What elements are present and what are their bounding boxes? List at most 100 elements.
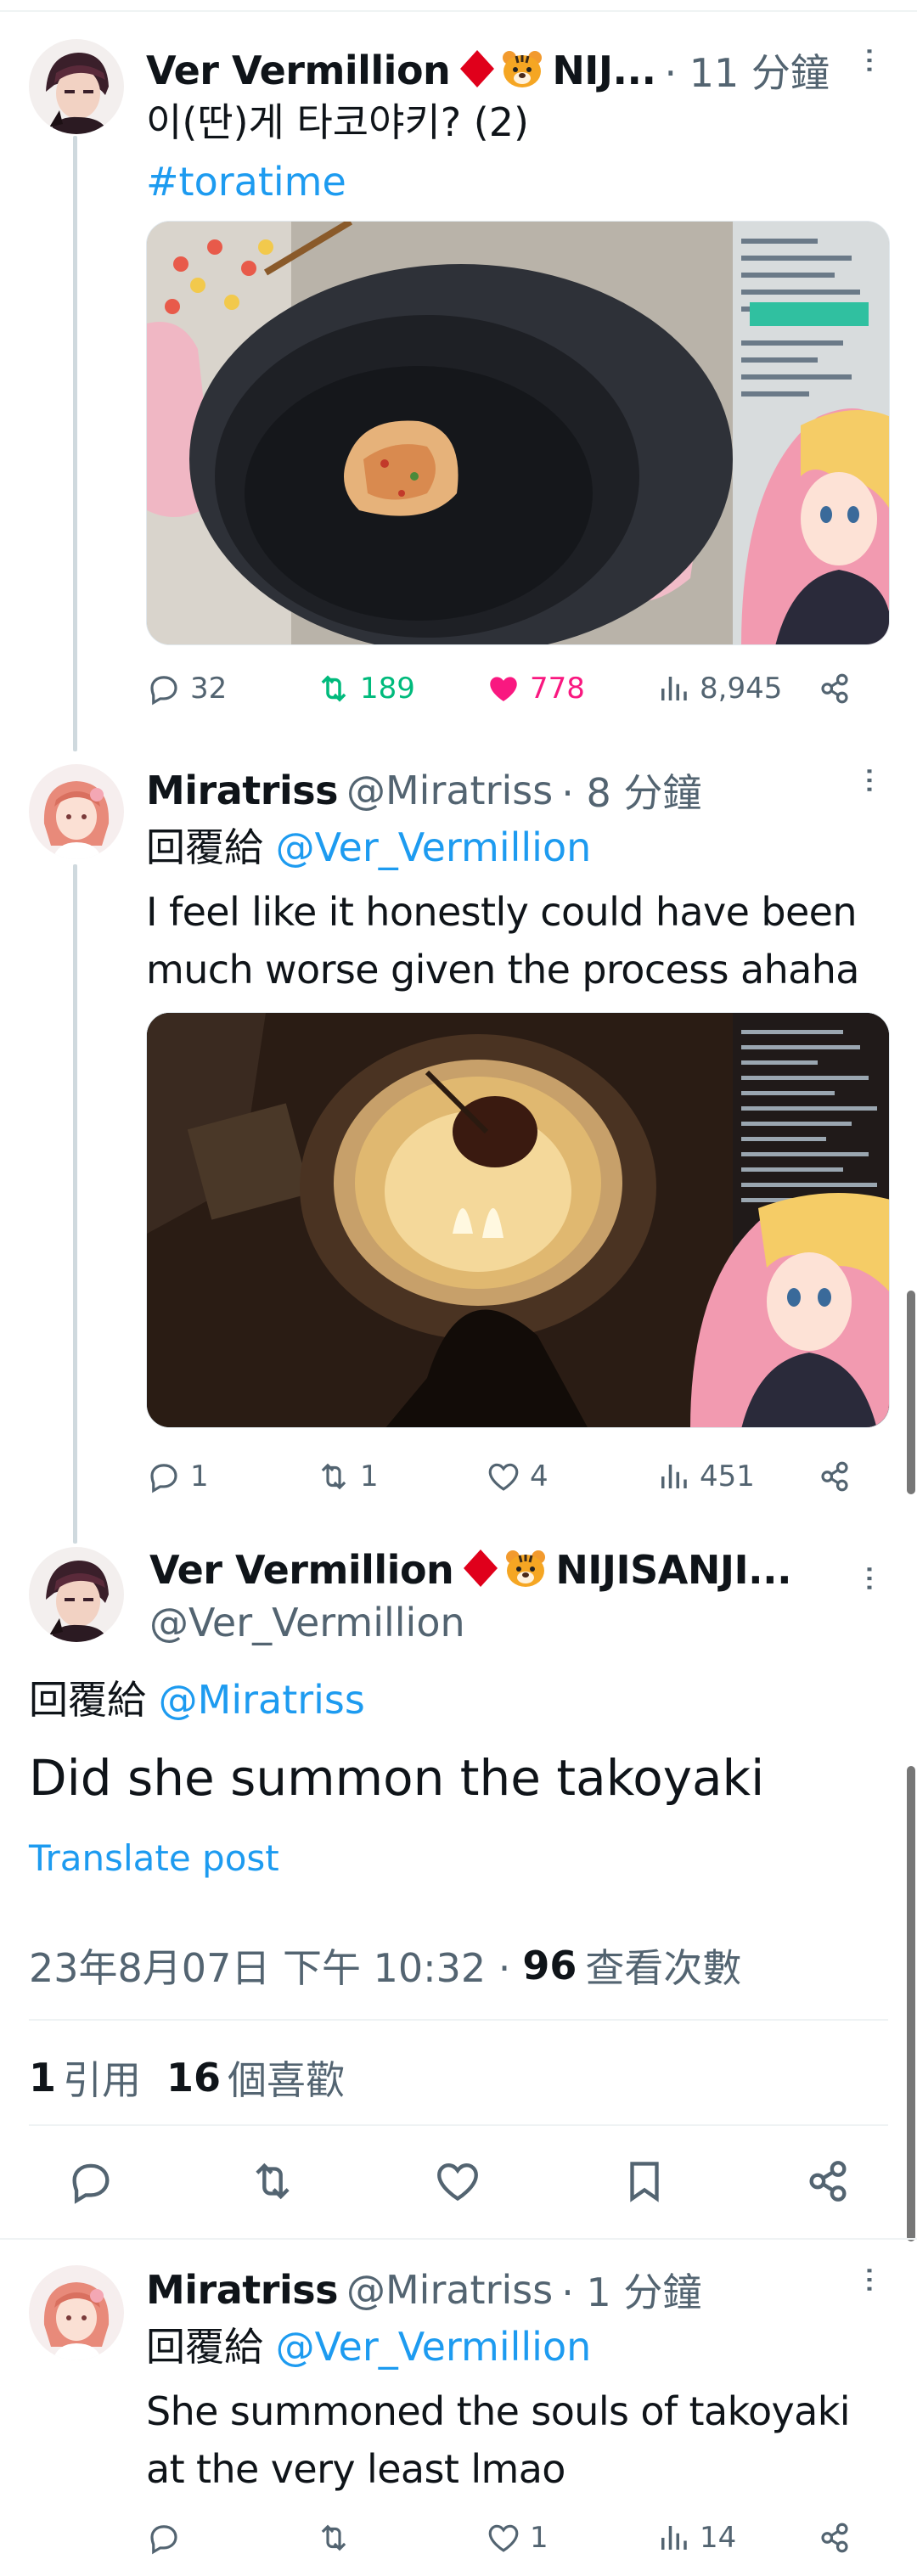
post-time[interactable]: · 1 分鐘 bbox=[561, 2262, 701, 2318]
post-header: Miratriss @Miratriss · 1 分鐘 bbox=[146, 2262, 701, 2318]
post-time[interactable]: · 8 分鐘 bbox=[561, 762, 701, 818]
like-count: 778 bbox=[530, 672, 585, 706]
post-time[interactable]: · 11 分鐘 bbox=[664, 42, 829, 98]
post-header: Ver Vermillion NIJ... · 11 分鐘 bbox=[146, 42, 876, 98]
timestamp[interactable]: 23年8月07日 下午 10:32 · bbox=[29, 1938, 510, 1994]
reply-button[interactable] bbox=[146, 2520, 190, 2556]
scrollbar-thumb[interactable] bbox=[907, 1291, 915, 1494]
views-chart-icon bbox=[661, 677, 687, 700]
repost-button[interactable]: 189 bbox=[316, 671, 415, 706]
diamond-badge-icon bbox=[460, 50, 495, 91]
share-button[interactable] bbox=[817, 671, 861, 706]
share-button[interactable] bbox=[817, 1459, 861, 1494]
heart-icon bbox=[488, 1463, 519, 1491]
reply-prefix: 回覆給 bbox=[146, 2324, 263, 2370]
reply-button[interactable]: 1 bbox=[146, 1459, 209, 1494]
diamond-badge-icon bbox=[464, 1550, 498, 1590]
quotes-label[interactable]: 引用 bbox=[63, 2050, 141, 2106]
avatar[interactable] bbox=[29, 39, 124, 134]
reply-to-link[interactable]: @Ver_Vermillion bbox=[276, 2324, 592, 2370]
post-text-line: She summoned the souls of takoyaki bbox=[146, 2388, 851, 2434]
post-image[interactable] bbox=[146, 1012, 890, 1428]
post-image[interactable] bbox=[146, 221, 890, 645]
tiger-emoji-icon bbox=[504, 1549, 547, 1591]
reply-icon bbox=[150, 1464, 177, 1493]
reply-count: 1 bbox=[190, 1460, 209, 1493]
repost-button[interactable]: 1 bbox=[316, 1459, 379, 1494]
heart-icon bbox=[488, 2524, 519, 2552]
repost-icon bbox=[321, 1463, 346, 1490]
likes-count[interactable]: 16 bbox=[166, 2055, 221, 2101]
reply-to-link[interactable]: @Miratriss bbox=[159, 1677, 365, 1723]
post-text-line: much worse given the process ahaha bbox=[146, 947, 859, 993]
more-options-icon[interactable]: ··· bbox=[849, 46, 888, 73]
like-button[interactable] bbox=[433, 2157, 482, 2209]
repost-count: 1 bbox=[360, 1460, 379, 1493]
translate-post-link[interactable]: Translate post bbox=[29, 1837, 279, 1879]
repost-icon bbox=[256, 2163, 290, 2200]
display-name-truncated[interactable]: NIJ... bbox=[552, 48, 656, 93]
share-icon bbox=[821, 1461, 848, 1492]
display-name[interactable]: Ver Vermillion bbox=[149, 1547, 454, 1593]
hashtag-link[interactable]: #toratime bbox=[146, 153, 346, 211]
views-button[interactable]: 451 bbox=[655, 1459, 755, 1494]
repost-button[interactable] bbox=[248, 2157, 297, 2209]
heart-filled-icon bbox=[490, 677, 517, 701]
handle[interactable]: @Ver_Vermillion bbox=[149, 1600, 465, 1645]
bookmark-icon bbox=[630, 2162, 659, 2202]
bookmark-button[interactable] bbox=[620, 2157, 669, 2209]
views-count: 96 bbox=[522, 1943, 577, 1988]
display-name-truncated[interactable]: NIJISANJI... bbox=[555, 1547, 791, 1593]
reply-button[interactable]: 32 bbox=[146, 671, 227, 706]
quotes-count[interactable]: 1 bbox=[29, 2055, 56, 2101]
post-header: Miratriss @Miratriss · 8 分鐘 bbox=[146, 762, 701, 818]
post-actions: 32 189 778 8,945 bbox=[146, 671, 885, 713]
share-icon bbox=[821, 2523, 848, 2553]
more-options-icon[interactable]: ··· bbox=[849, 2265, 888, 2292]
share-button[interactable] bbox=[817, 2520, 861, 2556]
post-text: Did she summon the takoyaki bbox=[29, 1749, 765, 1807]
share-button[interactable] bbox=[803, 2157, 852, 2209]
display-name[interactable]: Ver Vermillion bbox=[146, 48, 451, 93]
views-chart-icon bbox=[661, 1465, 687, 1488]
reply-prefix: 回覆給 bbox=[146, 824, 263, 870]
post-actions: 1 1 4 451 bbox=[146, 1459, 885, 1501]
reply-context: 回覆給 @Ver_Vermillion bbox=[146, 818, 591, 876]
post-text-line: at the very least lmao bbox=[146, 2446, 565, 2492]
repost-button[interactable] bbox=[316, 2520, 360, 2556]
avatar[interactable] bbox=[29, 2265, 124, 2360]
like-button[interactable]: 1 bbox=[486, 2520, 549, 2556]
handle[interactable]: @Miratriss bbox=[346, 768, 553, 813]
post-actions: 1 14 bbox=[146, 2520, 885, 2562]
like-button[interactable]: 778 bbox=[486, 671, 585, 706]
reply-count: 32 bbox=[190, 672, 228, 706]
reply-to-link[interactable]: @Ver_Vermillion bbox=[276, 824, 592, 870]
more-options-icon[interactable]: ··· bbox=[849, 766, 888, 793]
avatar[interactable] bbox=[29, 764, 124, 859]
more-options-icon[interactable]: ··· bbox=[849, 1564, 888, 1591]
scrollbar-thumb[interactable] bbox=[907, 1766, 915, 2241]
share-icon bbox=[809, 2161, 847, 2202]
timestamp-row: 23年8月07日 下午 10:32 · 96 查看次數 bbox=[29, 1938, 741, 1994]
reply-context: 回覆給 @Ver_Vermillion bbox=[146, 2318, 591, 2376]
reply-button[interactable] bbox=[66, 2157, 115, 2209]
thread-connector bbox=[73, 864, 77, 1544]
views-count: 14 bbox=[700, 2521, 737, 2555]
display-name[interactable]: Miratriss bbox=[146, 2267, 338, 2313]
divider bbox=[0, 2238, 917, 2240]
likes-label[interactable]: 個喜歡 bbox=[228, 2050, 345, 2106]
views-button[interactable]: 8,945 bbox=[655, 671, 782, 706]
handle[interactable]: @Miratriss bbox=[346, 2267, 553, 2313]
like-count: 4 bbox=[530, 1460, 549, 1493]
views-count: 8,945 bbox=[700, 672, 783, 706]
display-name[interactable]: Miratriss bbox=[146, 768, 338, 813]
focus-actions bbox=[29, 2157, 888, 2208]
views-button[interactable]: 14 bbox=[655, 2520, 736, 2556]
post-text: 이(딴)게 타코야키? (2) bbox=[146, 99, 529, 145]
reply-context: 回覆給 @Miratriss bbox=[29, 1671, 365, 1729]
tiger-emoji-icon bbox=[501, 49, 543, 92]
avatar[interactable] bbox=[29, 1547, 124, 1642]
like-count: 1 bbox=[530, 2521, 549, 2555]
like-button[interactable]: 4 bbox=[486, 1459, 549, 1494]
divider bbox=[29, 2124, 888, 2126]
